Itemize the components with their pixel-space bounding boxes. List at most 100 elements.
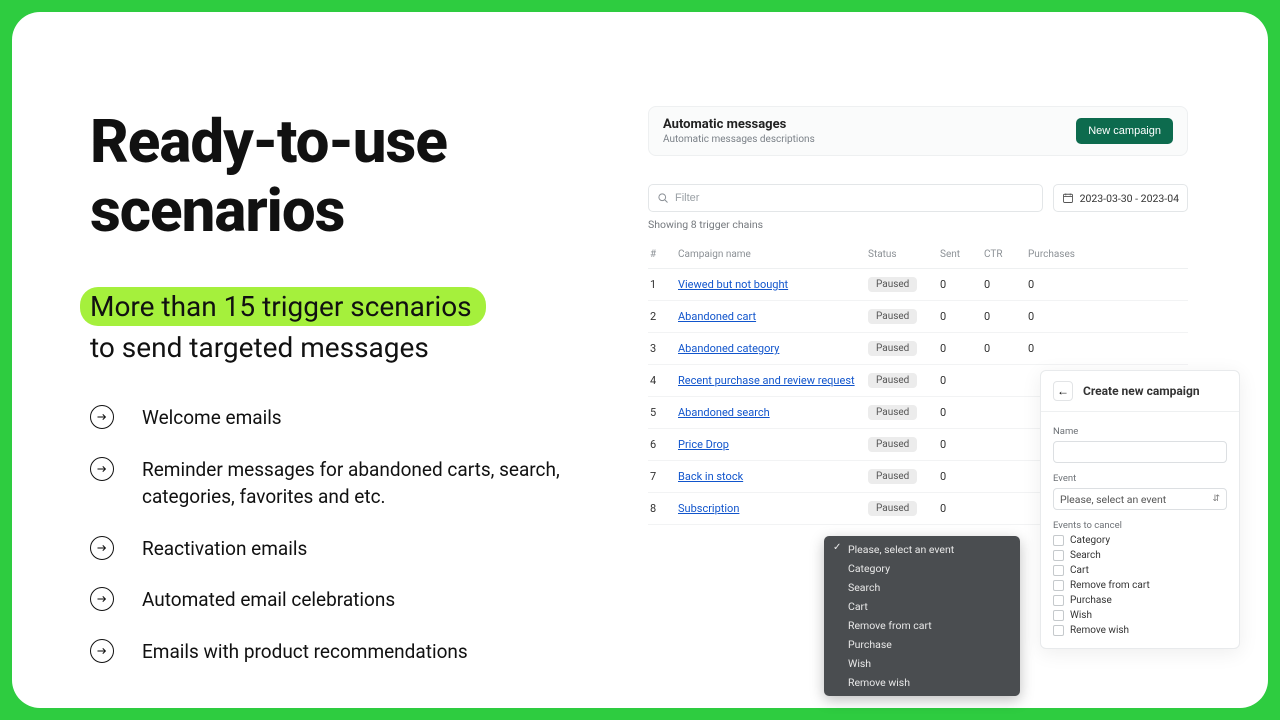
campaign-link[interactable]: Viewed but not bought — [678, 278, 788, 291]
row-n: 3 — [650, 342, 678, 355]
row-ctr: 0 — [984, 342, 1028, 355]
checkbox[interactable] — [1053, 580, 1064, 591]
search-icon — [657, 192, 669, 204]
col-n: # — [650, 249, 678, 260]
back-button[interactable]: ← — [1053, 381, 1073, 401]
cancel-event-row[interactable]: Wish — [1053, 610, 1227, 621]
campaign-link[interactable]: Back in stock — [678, 470, 743, 483]
checkbox[interactable] — [1053, 535, 1064, 546]
campaign-link[interactable]: Abandoned category — [678, 342, 779, 355]
subheadline: More than 15 trigger scenarios to send t… — [90, 287, 590, 368]
date-range-value: 2023-03-30 - 2023-04 — [1080, 192, 1179, 205]
row-purchases: 0 — [1028, 310, 1098, 323]
cancel-event-row[interactable]: Cart — [1053, 565, 1227, 576]
arrow-right-circle-icon — [90, 536, 114, 560]
row-purchases: 0 — [1028, 342, 1098, 355]
checkbox-label: Purchase — [1070, 595, 1112, 606]
page-title: Ready-to-use scenarios — [90, 107, 590, 245]
row-purchases: 0 — [1028, 278, 1098, 291]
campaign-link[interactable]: Subscription — [678, 502, 739, 515]
dropdown-item[interactable]: Please, select an event — [824, 540, 1020, 559]
dropdown-item[interactable]: Cart — [824, 597, 1020, 616]
feature-item: Welcome emails — [90, 404, 590, 432]
status-badge: Paused — [868, 309, 917, 324]
feature-item: Automated email celebrations — [90, 586, 590, 614]
campaign-link[interactable]: Price Drop — [678, 438, 729, 451]
checkbox-label: Cart — [1070, 565, 1089, 576]
feature-item: Emails with product recommendations — [90, 638, 590, 666]
filter-input[interactable] — [675, 192, 1034, 204]
col-name: Campaign name — [678, 249, 868, 260]
col-ctr: CTR — [984, 249, 1028, 260]
feature-item: Reminder messages for abandoned carts, s… — [90, 456, 590, 511]
row-sent: 0 — [940, 470, 984, 483]
status-badge: Paused — [868, 373, 917, 388]
cancel-event-row[interactable]: Category — [1053, 535, 1227, 546]
feature-item: Reactivation emails — [90, 535, 590, 563]
event-label: Event — [1053, 473, 1227, 484]
campaign-link[interactable]: Abandoned search — [678, 406, 770, 419]
dropdown-item[interactable]: Purchase — [824, 635, 1020, 654]
status-badge: Paused — [868, 501, 917, 516]
row-ctr: 0 — [984, 310, 1028, 323]
checkbox[interactable] — [1053, 610, 1064, 621]
dropdown-item[interactable]: Remove from cart — [824, 616, 1020, 635]
col-purchases: Purchases — [1028, 249, 1098, 260]
row-n: 5 — [650, 406, 678, 419]
checkbox[interactable] — [1053, 550, 1064, 561]
create-campaign-panel: ← Create new campaign Name Event Please,… — [1040, 370, 1240, 649]
table-row: 3Abandoned categoryPaused000 — [648, 333, 1188, 365]
row-n: 8 — [650, 502, 678, 515]
row-sent: 0 — [940, 310, 984, 323]
feature-text: Welcome emails — [142, 404, 282, 432]
create-panel-title: Create new campaign — [1083, 384, 1200, 398]
col-status: Status — [868, 249, 940, 260]
name-label: Name — [1053, 426, 1227, 437]
status-badge: Paused — [868, 405, 917, 420]
showing-count: Showing 8 trigger chains — [648, 218, 1188, 231]
row-n: 4 — [650, 374, 678, 387]
event-select[interactable]: Please, select an event ⇵ — [1053, 488, 1227, 510]
campaign-link[interactable]: Recent purchase and review request — [678, 374, 855, 387]
feature-text: Reactivation emails — [142, 535, 307, 563]
row-sent: 0 — [940, 406, 984, 419]
event-select-value: Please, select an event — [1060, 493, 1166, 506]
arrow-right-circle-icon — [90, 457, 114, 481]
arrow-right-circle-icon — [90, 639, 114, 663]
row-ctr: 0 — [984, 278, 1028, 291]
dropdown-item[interactable]: Search — [824, 578, 1020, 597]
arrow-right-circle-icon — [90, 405, 114, 429]
checkbox[interactable] — [1053, 565, 1064, 576]
arrow-right-circle-icon — [90, 587, 114, 611]
row-n: 7 — [650, 470, 678, 483]
dropdown-item[interactable]: Wish — [824, 654, 1020, 673]
date-range-picker[interactable]: 2023-03-30 - 2023-04 — [1053, 184, 1188, 212]
campaign-name-input[interactable] — [1053, 441, 1227, 463]
row-sent: 0 — [940, 502, 984, 515]
cancel-event-row[interactable]: Remove wish — [1053, 625, 1227, 636]
events-cancel-label: Events to cancel — [1053, 520, 1227, 531]
row-n: 1 — [650, 278, 678, 291]
row-sent: 0 — [940, 438, 984, 451]
checkbox-label: Remove from cart — [1070, 580, 1150, 591]
filter-box[interactable] — [648, 184, 1043, 212]
dropdown-item[interactable]: Remove wish — [824, 673, 1020, 692]
event-dropdown-list[interactable]: Please, select an eventCategorySearchCar… — [824, 536, 1020, 696]
campaign-link[interactable]: Abandoned cart — [678, 310, 756, 323]
checkbox-label: Search — [1070, 550, 1101, 561]
row-n: 2 — [650, 310, 678, 323]
calendar-icon — [1062, 192, 1074, 204]
new-campaign-button[interactable]: New campaign — [1076, 118, 1173, 144]
col-sent: Sent — [940, 249, 984, 260]
checkbox[interactable] — [1053, 625, 1064, 636]
app-subtitle: Automatic messages descriptions — [663, 134, 815, 145]
cancel-event-row[interactable]: Search — [1053, 550, 1227, 561]
cancel-event-row[interactable]: Purchase — [1053, 595, 1227, 606]
checkbox[interactable] — [1053, 595, 1064, 606]
feature-text: Emails with product recommendations — [142, 638, 468, 666]
table-row: 1Viewed but not boughtPaused000 — [648, 269, 1188, 301]
row-sent: 0 — [940, 342, 984, 355]
cancel-event-row[interactable]: Remove from cart — [1053, 580, 1227, 591]
status-badge: Paused — [868, 277, 917, 292]
dropdown-item[interactable]: Category — [824, 559, 1020, 578]
